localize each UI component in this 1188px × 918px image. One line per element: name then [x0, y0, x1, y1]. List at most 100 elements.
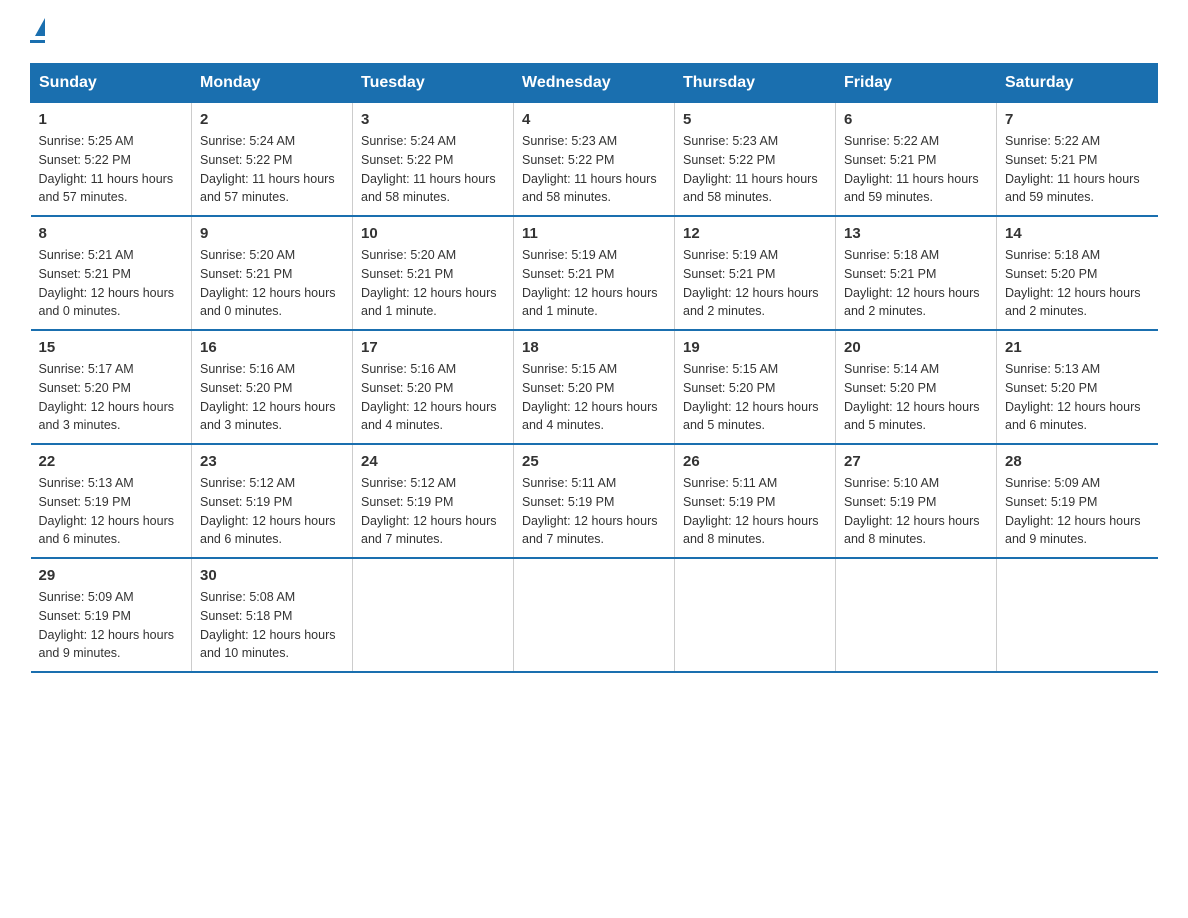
- day-info: Sunrise: 5:12 AMSunset: 5:19 PMDaylight:…: [200, 474, 344, 549]
- day-number: 7: [1005, 111, 1150, 128]
- calendar-cell: 12 Sunrise: 5:19 AMSunset: 5:21 PMDaylig…: [675, 216, 836, 330]
- calendar-cell: 4 Sunrise: 5:23 AMSunset: 5:22 PMDayligh…: [514, 103, 675, 217]
- calendar-cell: 3 Sunrise: 5:24 AMSunset: 5:22 PMDayligh…: [353, 103, 514, 217]
- day-info: Sunrise: 5:24 AMSunset: 5:22 PMDaylight:…: [361, 132, 505, 207]
- day-info: Sunrise: 5:12 AMSunset: 5:19 PMDaylight:…: [361, 474, 505, 549]
- day-info: Sunrise: 5:11 AMSunset: 5:19 PMDaylight:…: [522, 474, 666, 549]
- calendar-cell: 15 Sunrise: 5:17 AMSunset: 5:20 PMDaylig…: [31, 330, 192, 444]
- logo: [30, 20, 45, 43]
- day-info: Sunrise: 5:22 AMSunset: 5:21 PMDaylight:…: [1005, 132, 1150, 207]
- calendar-cell: 14 Sunrise: 5:18 AMSunset: 5:20 PMDaylig…: [997, 216, 1158, 330]
- day-info: Sunrise: 5:22 AMSunset: 5:21 PMDaylight:…: [844, 132, 988, 207]
- calendar-cell: 19 Sunrise: 5:15 AMSunset: 5:20 PMDaylig…: [675, 330, 836, 444]
- calendar-cell: 24 Sunrise: 5:12 AMSunset: 5:19 PMDaylig…: [353, 444, 514, 558]
- day-info: Sunrise: 5:20 AMSunset: 5:21 PMDaylight:…: [361, 246, 505, 321]
- day-info: Sunrise: 5:18 AMSunset: 5:21 PMDaylight:…: [844, 246, 988, 321]
- day-info: Sunrise: 5:23 AMSunset: 5:22 PMDaylight:…: [522, 132, 666, 207]
- day-number: 25: [522, 453, 666, 470]
- calendar-cell: 5 Sunrise: 5:23 AMSunset: 5:22 PMDayligh…: [675, 103, 836, 217]
- calendar-cell: 11 Sunrise: 5:19 AMSunset: 5:21 PMDaylig…: [514, 216, 675, 330]
- day-number: 9: [200, 225, 344, 242]
- calendar-cell: 8 Sunrise: 5:21 AMSunset: 5:21 PMDayligh…: [31, 216, 192, 330]
- day-info: Sunrise: 5:09 AMSunset: 5:19 PMDaylight:…: [1005, 474, 1150, 549]
- calendar-cell: 18 Sunrise: 5:15 AMSunset: 5:20 PMDaylig…: [514, 330, 675, 444]
- day-info: Sunrise: 5:16 AMSunset: 5:20 PMDaylight:…: [361, 360, 505, 435]
- day-info: Sunrise: 5:25 AMSunset: 5:22 PMDaylight:…: [39, 132, 184, 207]
- day-info: Sunrise: 5:08 AMSunset: 5:18 PMDaylight:…: [200, 588, 344, 663]
- day-number: 19: [683, 339, 827, 356]
- calendar-week-row: 29 Sunrise: 5:09 AMSunset: 5:19 PMDaylig…: [31, 558, 1158, 672]
- calendar-week-row: 15 Sunrise: 5:17 AMSunset: 5:20 PMDaylig…: [31, 330, 1158, 444]
- day-info: Sunrise: 5:11 AMSunset: 5:19 PMDaylight:…: [683, 474, 827, 549]
- day-number: 1: [39, 111, 184, 128]
- weekday-header-thursday: Thursday: [675, 64, 836, 103]
- day-info: Sunrise: 5:23 AMSunset: 5:22 PMDaylight:…: [683, 132, 827, 207]
- day-number: 27: [844, 453, 988, 470]
- day-info: Sunrise: 5:10 AMSunset: 5:19 PMDaylight:…: [844, 474, 988, 549]
- calendar-cell: [675, 558, 836, 672]
- calendar-week-row: 22 Sunrise: 5:13 AMSunset: 5:19 PMDaylig…: [31, 444, 1158, 558]
- day-number: 10: [361, 225, 505, 242]
- calendar-table: SundayMondayTuesdayWednesdayThursdayFrid…: [30, 63, 1158, 673]
- day-number: 8: [39, 225, 184, 242]
- logo-triangle-icon: [35, 18, 45, 36]
- day-info: Sunrise: 5:13 AMSunset: 5:20 PMDaylight:…: [1005, 360, 1150, 435]
- day-number: 24: [361, 453, 505, 470]
- day-number: 5: [683, 111, 827, 128]
- calendar-cell: 29 Sunrise: 5:09 AMSunset: 5:19 PMDaylig…: [31, 558, 192, 672]
- calendar-cell: [997, 558, 1158, 672]
- day-number: 16: [200, 339, 344, 356]
- weekday-header-row: SundayMondayTuesdayWednesdayThursdayFrid…: [31, 64, 1158, 103]
- day-info: Sunrise: 5:20 AMSunset: 5:21 PMDaylight:…: [200, 246, 344, 321]
- day-number: 6: [844, 111, 988, 128]
- logo-underline: [30, 40, 45, 43]
- weekday-header-friday: Friday: [836, 64, 997, 103]
- calendar-cell: [514, 558, 675, 672]
- day-info: Sunrise: 5:16 AMSunset: 5:20 PMDaylight:…: [200, 360, 344, 435]
- weekday-header-wednesday: Wednesday: [514, 64, 675, 103]
- calendar-cell: 22 Sunrise: 5:13 AMSunset: 5:19 PMDaylig…: [31, 444, 192, 558]
- calendar-cell: 17 Sunrise: 5:16 AMSunset: 5:20 PMDaylig…: [353, 330, 514, 444]
- day-number: 15: [39, 339, 184, 356]
- day-number: 2: [200, 111, 344, 128]
- day-info: Sunrise: 5:19 AMSunset: 5:21 PMDaylight:…: [683, 246, 827, 321]
- calendar-cell: 21 Sunrise: 5:13 AMSunset: 5:20 PMDaylig…: [997, 330, 1158, 444]
- day-info: Sunrise: 5:21 AMSunset: 5:21 PMDaylight:…: [39, 246, 184, 321]
- calendar-cell: 25 Sunrise: 5:11 AMSunset: 5:19 PMDaylig…: [514, 444, 675, 558]
- weekday-header-sunday: Sunday: [31, 64, 192, 103]
- calendar-cell: 30 Sunrise: 5:08 AMSunset: 5:18 PMDaylig…: [192, 558, 353, 672]
- day-number: 26: [683, 453, 827, 470]
- calendar-week-row: 8 Sunrise: 5:21 AMSunset: 5:21 PMDayligh…: [31, 216, 1158, 330]
- day-info: Sunrise: 5:15 AMSunset: 5:20 PMDaylight:…: [522, 360, 666, 435]
- calendar-cell: 20 Sunrise: 5:14 AMSunset: 5:20 PMDaylig…: [836, 330, 997, 444]
- calendar-cell: 9 Sunrise: 5:20 AMSunset: 5:21 PMDayligh…: [192, 216, 353, 330]
- day-number: 3: [361, 111, 505, 128]
- day-number: 11: [522, 225, 666, 242]
- calendar-cell: 13 Sunrise: 5:18 AMSunset: 5:21 PMDaylig…: [836, 216, 997, 330]
- day-number: 22: [39, 453, 184, 470]
- calendar-cell: [836, 558, 997, 672]
- day-number: 18: [522, 339, 666, 356]
- calendar-cell: 7 Sunrise: 5:22 AMSunset: 5:21 PMDayligh…: [997, 103, 1158, 217]
- day-info: Sunrise: 5:18 AMSunset: 5:20 PMDaylight:…: [1005, 246, 1150, 321]
- day-number: 13: [844, 225, 988, 242]
- day-number: 17: [361, 339, 505, 356]
- calendar-cell: 28 Sunrise: 5:09 AMSunset: 5:19 PMDaylig…: [997, 444, 1158, 558]
- day-info: Sunrise: 5:09 AMSunset: 5:19 PMDaylight:…: [39, 588, 184, 663]
- weekday-header-tuesday: Tuesday: [353, 64, 514, 103]
- weekday-header-saturday: Saturday: [997, 64, 1158, 103]
- calendar-cell: 16 Sunrise: 5:16 AMSunset: 5:20 PMDaylig…: [192, 330, 353, 444]
- weekday-header-monday: Monday: [192, 64, 353, 103]
- calendar-cell: 2 Sunrise: 5:24 AMSunset: 5:22 PMDayligh…: [192, 103, 353, 217]
- calendar-cell: 10 Sunrise: 5:20 AMSunset: 5:21 PMDaylig…: [353, 216, 514, 330]
- day-number: 30: [200, 567, 344, 584]
- calendar-cell: 6 Sunrise: 5:22 AMSunset: 5:21 PMDayligh…: [836, 103, 997, 217]
- calendar-cell: 23 Sunrise: 5:12 AMSunset: 5:19 PMDaylig…: [192, 444, 353, 558]
- calendar-week-row: 1 Sunrise: 5:25 AMSunset: 5:22 PMDayligh…: [31, 103, 1158, 217]
- day-number: 28: [1005, 453, 1150, 470]
- day-number: 12: [683, 225, 827, 242]
- calendar-cell: 27 Sunrise: 5:10 AMSunset: 5:19 PMDaylig…: [836, 444, 997, 558]
- day-info: Sunrise: 5:17 AMSunset: 5:20 PMDaylight:…: [39, 360, 184, 435]
- day-info: Sunrise: 5:14 AMSunset: 5:20 PMDaylight:…: [844, 360, 988, 435]
- calendar-cell: 1 Sunrise: 5:25 AMSunset: 5:22 PMDayligh…: [31, 103, 192, 217]
